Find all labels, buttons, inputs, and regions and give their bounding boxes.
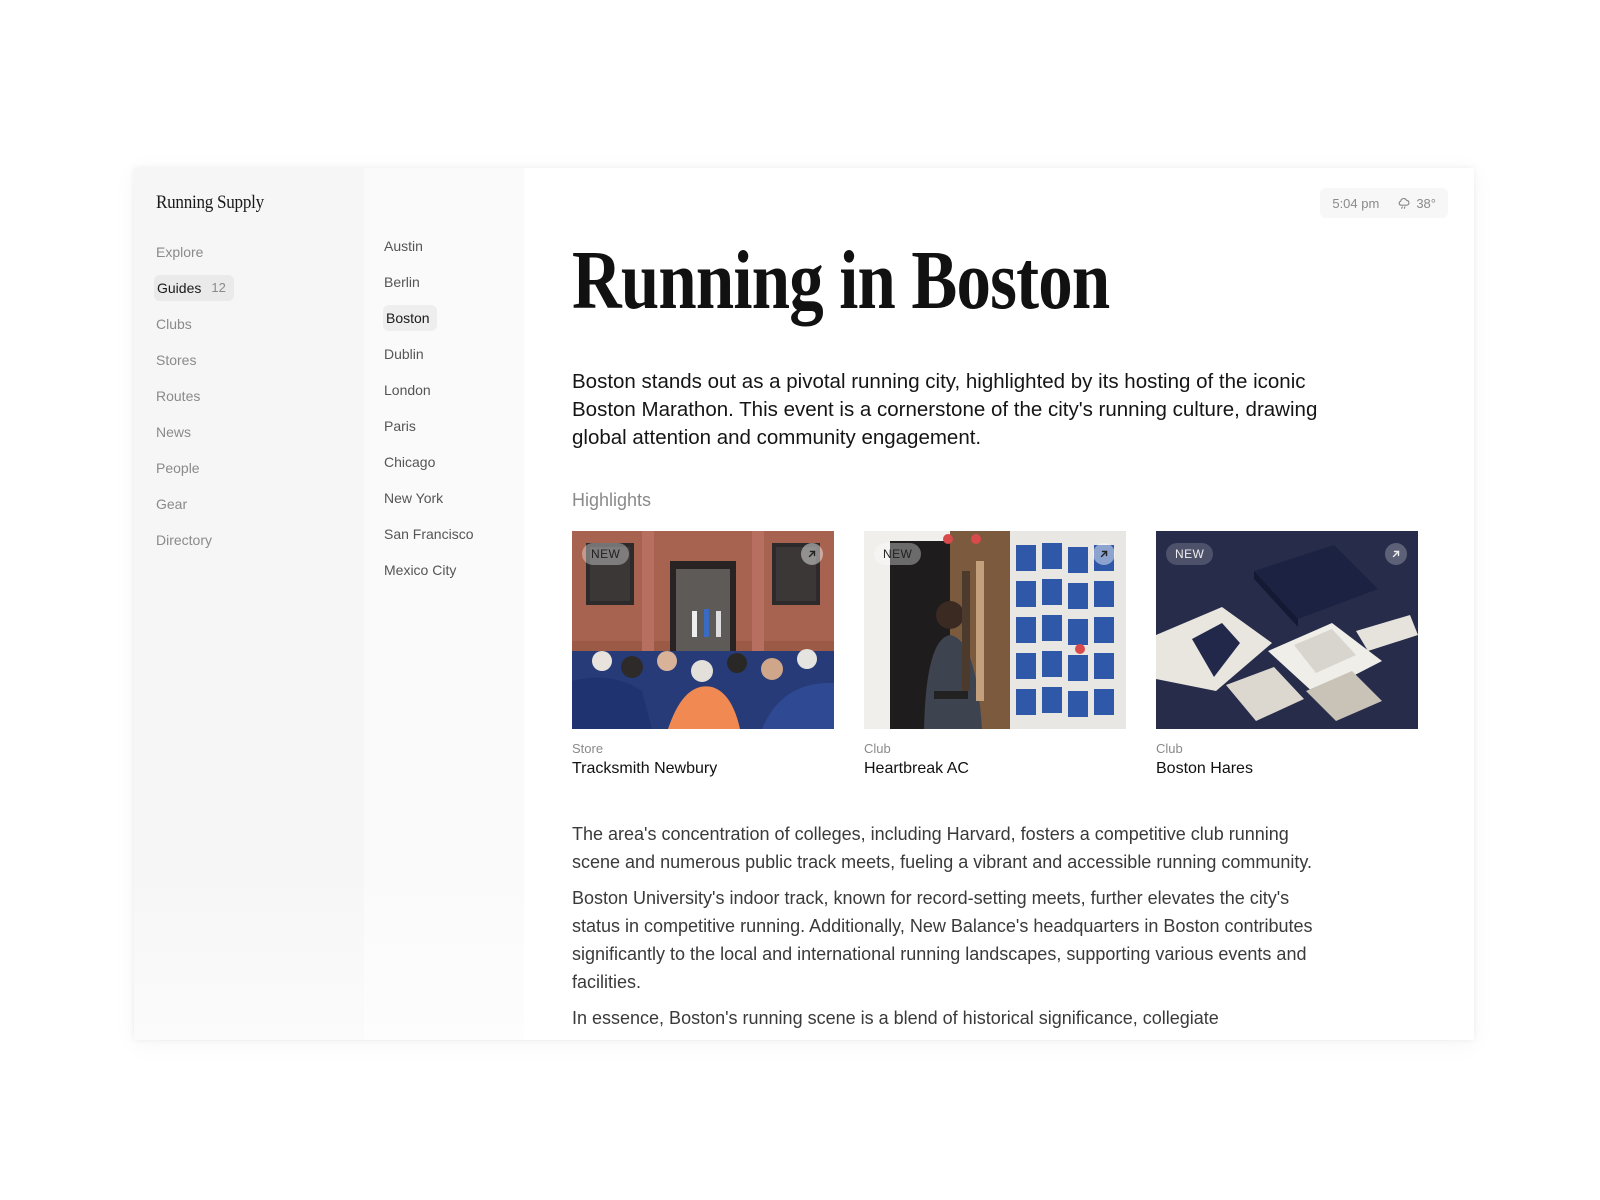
sidebar-item-people[interactable]: People [154,450,364,486]
highlights-cards: NEW Store Tracksmith Newbury NEW Club He… [572,531,1474,780]
article-body: The area's concentration of colleges, in… [572,820,1332,1032]
city-item-san-francisco[interactable]: San Francisco [384,516,524,552]
card-category: Club [1156,741,1183,756]
sidebar-item-directory[interactable]: Directory [154,522,364,558]
body-paragraph: Boston University's indoor track, known … [572,888,1313,992]
page-title: Running in Boston [572,234,1110,327]
arrow-up-right-icon [1100,550,1108,558]
body-paragraph: In essence, Boston's running scene is a … [572,1008,1219,1028]
new-badge: NEW [1166,543,1214,565]
open-link-button[interactable] [1093,543,1115,565]
card-meta: Club Heartbreak AC [864,741,1126,780]
highlight-card-boston-hares[interactable]: NEW Club Boston Hares [1156,531,1418,780]
sidebar-cities: Austin Berlin Boston Dublin London Paris… [364,168,524,1040]
temperature: 38° [1416,195,1436,211]
status-bar: 5:04 pm 38° [1320,188,1448,218]
arrow-up-right-icon [1392,550,1400,558]
open-link-button[interactable] [1385,543,1407,565]
card-category: Store [572,741,604,756]
arrow-up-right-icon [808,550,816,558]
card-title[interactable]: Boston Hares [1156,758,1418,780]
city-item-new-york[interactable]: New York [384,480,524,516]
guides-count-badge: 12 [211,280,226,295]
card-meta: Store Tracksmith Newbury [572,741,834,780]
sidebar-item-stores[interactable]: Stores [154,342,364,378]
card-title[interactable]: Heartbreak AC [864,758,1126,780]
card-image[interactable]: NEW [864,531,1126,729]
card-title[interactable]: Tracksmith Newbury [572,758,834,780]
app-window: Running Supply Explore Guides 12 Clubs St… [134,168,1474,1040]
sidebar-item-routes[interactable]: Routes [154,378,364,414]
intro-paragraph: Boston stands out as a pivotal running c… [572,370,1318,449]
sidebar-item-clubs[interactable]: Clubs [154,306,364,342]
new-badge: NEW [874,543,922,565]
cloud-rain-icon [1398,198,1410,209]
card-image[interactable]: NEW [572,531,834,729]
sidebar-item-explore[interactable]: Explore [154,234,364,270]
card-image[interactable]: NEW [1156,531,1418,729]
city-item-berlin[interactable]: Berlin [384,264,524,300]
nav-list: Explore Guides 12 Clubs Stores Routes New… [154,234,364,558]
weather-readout: 38° [1397,196,1436,211]
city-item-austin[interactable]: Austin [384,228,524,264]
sidebar-item-gear[interactable]: Gear [154,486,364,522]
city-item-london[interactable]: London [384,372,524,408]
city-item-chicago[interactable]: Chicago [384,444,524,480]
highlight-card-tracksmith[interactable]: NEW Store Tracksmith Newbury [572,531,834,780]
highlights-heading: Highlights [572,490,652,510]
highlight-card-heartbreak[interactable]: NEW Club Heartbreak AC [864,531,1126,780]
city-item-mexico-city[interactable]: Mexico City [384,552,524,588]
card-category: Club [864,741,891,756]
sidebar-item-guides[interactable]: Guides 12 [154,270,364,306]
body-paragraph: The area's concentration of colleges, in… [572,824,1313,872]
brand-logo[interactable]: Running Supply [156,190,343,216]
card-meta: Club Boston Hares [1156,741,1418,780]
open-link-button[interactable] [801,543,823,565]
new-badge: NEW [582,543,630,565]
sidebar-item-news[interactable]: News [154,414,364,450]
city-list: Austin Berlin Boston Dublin London Paris… [383,228,524,588]
city-item-paris[interactable]: Paris [384,408,524,444]
city-item-dublin[interactable]: Dublin [384,336,524,372]
main-content[interactable]: 5:04 pm 38° Running in Boston Boston sta… [524,168,1474,1040]
clock-time: 5:04 pm [1332,195,1380,211]
city-item-boston[interactable]: Boston [383,300,524,336]
sidebar-primary: Running Supply Explore Guides 12 Clubs St… [134,168,364,1040]
